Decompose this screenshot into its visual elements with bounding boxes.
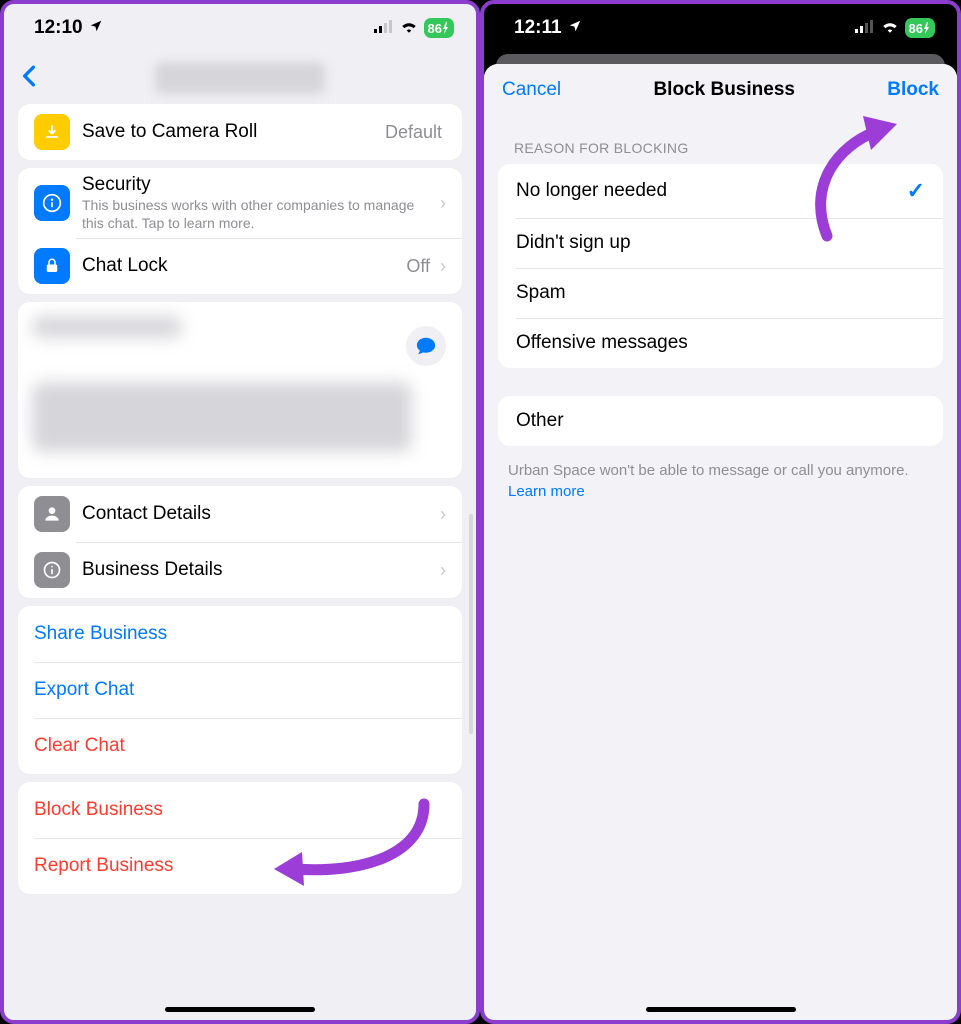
- footer-note: Urban Space won't be able to message or …: [484, 446, 957, 516]
- row-block-business[interactable]: Block Business: [18, 782, 462, 838]
- battery-indicator: 86: [424, 18, 454, 38]
- section-header: Reason for Blocking: [484, 116, 957, 164]
- download-icon: [34, 114, 70, 150]
- cellular-icon: [855, 17, 875, 39]
- reason-no-longer-needed[interactable]: No longer needed ✓: [498, 164, 943, 218]
- cellular-icon: [374, 17, 394, 39]
- row-value: Off: [406, 256, 430, 277]
- home-indicator: [165, 1007, 315, 1012]
- row-security[interactable]: Security This business works with other …: [18, 168, 462, 238]
- chevron-right-icon: ›: [440, 504, 446, 525]
- actions-card-2: Block Business Report Business: [18, 782, 462, 894]
- row-label: Security: [82, 174, 434, 196]
- row-report-business[interactable]: Report Business: [18, 838, 462, 894]
- person-icon: [34, 496, 70, 532]
- reason-didnt-sign-up[interactable]: Didn't sign up: [498, 218, 943, 268]
- modal-sheet: Cancel Block Business Block Reason for B…: [484, 64, 957, 1020]
- actions-card-1: Share Business Export Chat Clear Chat: [18, 606, 462, 774]
- settings-card-media: Save to Camera Roll Default: [18, 104, 462, 160]
- home-indicator: [646, 1007, 796, 1012]
- row-clear-chat[interactable]: Clear Chat: [18, 718, 462, 774]
- back-button[interactable]: [14, 61, 44, 95]
- row-export-chat[interactable]: Export Chat: [18, 662, 462, 718]
- status-time: 12:11: [514, 17, 562, 39]
- wifi-icon: [400, 17, 418, 39]
- scrollbar[interactable]: [469, 514, 473, 734]
- row-share-business[interactable]: Share Business: [18, 606, 462, 662]
- reason-other[interactable]: Other: [498, 396, 943, 446]
- other-list: Other: [498, 396, 943, 446]
- reason-list: No longer needed ✓ Didn't sign up Spam O…: [498, 164, 943, 368]
- chevron-right-icon: ›: [440, 256, 446, 277]
- location-icon: [568, 17, 582, 39]
- nav-header: [4, 52, 476, 104]
- contact-name-redacted: [155, 62, 325, 94]
- chat-icon[interactable]: [406, 326, 446, 366]
- details-card: Contact Details › Business Details ›: [18, 486, 462, 598]
- status-bar: 12:11 86: [484, 4, 957, 52]
- contact-info-redacted: [18, 302, 462, 478]
- screenshot-right: 12:11 86 Cancel Block Business Block Rea…: [480, 0, 961, 1024]
- row-label: Save to Camera Roll: [82, 121, 385, 143]
- block-button[interactable]: Block: [887, 79, 939, 101]
- row-label: Chat Lock: [82, 255, 406, 277]
- chevron-right-icon: ›: [440, 560, 446, 581]
- battery-indicator: 86: [905, 18, 935, 38]
- row-label: Business Details: [82, 559, 434, 581]
- row-value: Default: [385, 122, 442, 143]
- sheet-header: Cancel Block Business Block: [484, 64, 957, 116]
- row-save-camera-roll[interactable]: Save to Camera Roll Default: [18, 104, 462, 160]
- row-contact-details[interactable]: Contact Details ›: [18, 486, 462, 542]
- info-icon: [34, 185, 70, 221]
- check-icon: ✓: [907, 178, 925, 204]
- status-bar: 12:10 86: [4, 4, 476, 52]
- info-circle-icon: [34, 552, 70, 588]
- status-time: 12:10: [34, 17, 83, 39]
- location-icon: [89, 17, 103, 39]
- row-business-details[interactable]: Business Details ›: [18, 542, 462, 598]
- row-chat-lock[interactable]: Chat Lock Off ›: [18, 238, 462, 294]
- reason-spam[interactable]: Spam: [498, 268, 943, 318]
- settings-card-security: Security This business works with other …: [18, 168, 462, 294]
- row-label: Contact Details: [82, 503, 434, 525]
- screenshot-left: 12:10 86 Save to Camera Roll Defau: [0, 0, 480, 1024]
- learn-more-link[interactable]: Learn more: [508, 483, 585, 500]
- wifi-icon: [881, 17, 899, 39]
- chevron-right-icon: ›: [440, 193, 446, 214]
- reason-offensive[interactable]: Offensive messages: [498, 318, 943, 368]
- row-subtitle: This business works with other companies…: [82, 196, 434, 232]
- sheet-title: Block Business: [653, 79, 795, 101]
- cancel-button[interactable]: Cancel: [502, 79, 561, 101]
- lock-icon: [34, 248, 70, 284]
